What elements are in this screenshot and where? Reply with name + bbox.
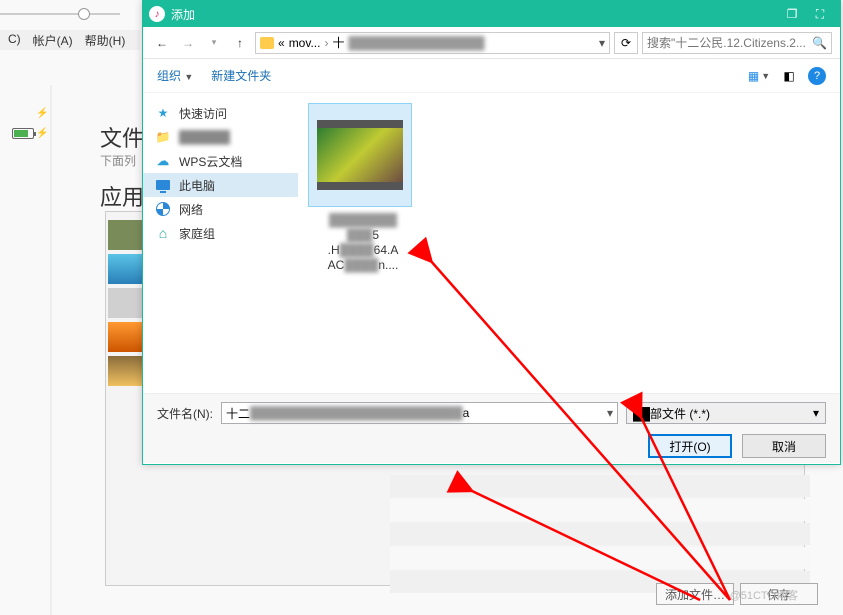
- network-icon: [155, 202, 171, 216]
- sidebar-item-network[interactable]: 网络: [143, 197, 298, 221]
- refresh-icon[interactable]: ⟳: [614, 32, 638, 54]
- search-input[interactable]: 🔍: [642, 32, 832, 54]
- lightning-icon: ⚡: [36, 108, 48, 119]
- cancel-button[interactable]: 取消: [742, 434, 826, 458]
- battery-icon: [12, 128, 34, 139]
- save-button[interactable]: 保存: [740, 583, 818, 605]
- nav-up-icon[interactable]: ↑: [229, 32, 251, 54]
- homegroup-icon: ⌂: [155, 226, 171, 240]
- nav-forward-icon[interactable]: →: [177, 32, 199, 54]
- open-button[interactable]: 打开(O): [648, 434, 732, 458]
- cloud-icon: ☁: [155, 154, 171, 168]
- filename-label: 文件名(N):: [157, 405, 213, 422]
- list-rows: [390, 475, 810, 595]
- toolbar-organize[interactable]: 组织 ▼: [157, 67, 193, 84]
- menu-help[interactable]: 帮助(H): [81, 30, 130, 50]
- lightning-icon: ⚡: [36, 128, 48, 139]
- section-title-apps: 应用: [100, 180, 144, 212]
- folder-icon: [260, 37, 274, 49]
- menu-account[interactable]: 帐户(A): [29, 30, 77, 50]
- dialog-title: 添加: [171, 6, 195, 23]
- add-file-button[interactable]: 添加文件…: [656, 583, 734, 605]
- file-open-dialog: ♪ 添加 ❐ ⛶ ← → ▾ ↑ « mov... › 十 ██████████…: [142, 0, 841, 465]
- address-bar[interactable]: « mov... › 十 ████████████████ ▾: [255, 32, 610, 54]
- sidebar-item-homegroup[interactable]: ⌂家庭组: [143, 221, 298, 245]
- section-title-files: 文件: [100, 121, 144, 153]
- monitor-icon: [155, 178, 171, 192]
- crumb-item[interactable]: 十: [332, 34, 344, 51]
- sidebar-item-hidden[interactable]: 📁██████: [143, 125, 298, 149]
- section-subtitle: 下面列: [100, 152, 136, 169]
- search-icon: 🔍: [812, 36, 827, 50]
- file-pane[interactable]: ████████ ███5 .H████64.A AC████n....: [298, 93, 840, 393]
- sidebar-item-wps[interactable]: ☁WPS云文档: [143, 149, 298, 173]
- nav-recent-icon[interactable]: ▾: [203, 32, 225, 54]
- file-item[interactable]: ████████ ███5 .H████64.A AC████n....: [308, 103, 418, 273]
- crumb-prefix: «: [278, 36, 285, 50]
- filename-input[interactable]: 十二█████████████████████████a ▾: [221, 402, 618, 424]
- maximize-icon[interactable]: ⛶: [806, 4, 834, 24]
- view-options-icon[interactable]: ▦ ▼: [748, 67, 770, 85]
- filetype-select[interactable]: ██部文件 (*.*)▾: [626, 402, 826, 424]
- app-icon: ♪: [149, 6, 165, 22]
- star-icon: ★: [155, 106, 171, 120]
- search-field[interactable]: [647, 36, 812, 50]
- file-name: ████████ ███5 .H████64.A AC████n....: [308, 213, 418, 273]
- help-icon[interactable]: ?: [808, 67, 826, 85]
- restore-icon[interactable]: ❐: [778, 4, 806, 24]
- sidebar: ★快速访问 📁██████ ☁WPS云文档 此电脑 网络 ⌂家庭组: [143, 93, 298, 393]
- menu-c[interactable]: C): [4, 30, 25, 50]
- sidebar-item-thispc[interactable]: 此电脑: [143, 173, 298, 197]
- folder-icon: 📁: [155, 130, 171, 144]
- nav-back-icon[interactable]: ←: [151, 32, 173, 54]
- thumb-column: [108, 220, 143, 390]
- toolbar-newfolder[interactable]: 新建文件夹: [211, 67, 271, 84]
- volume-slider[interactable]: [0, 5, 130, 25]
- sidebar-item-quick[interactable]: ★快速访问: [143, 101, 298, 125]
- video-thumbnail[interactable]: [308, 103, 412, 207]
- preview-pane-icon[interactable]: ◧: [778, 67, 800, 85]
- crumb-item[interactable]: mov...: [289, 36, 321, 50]
